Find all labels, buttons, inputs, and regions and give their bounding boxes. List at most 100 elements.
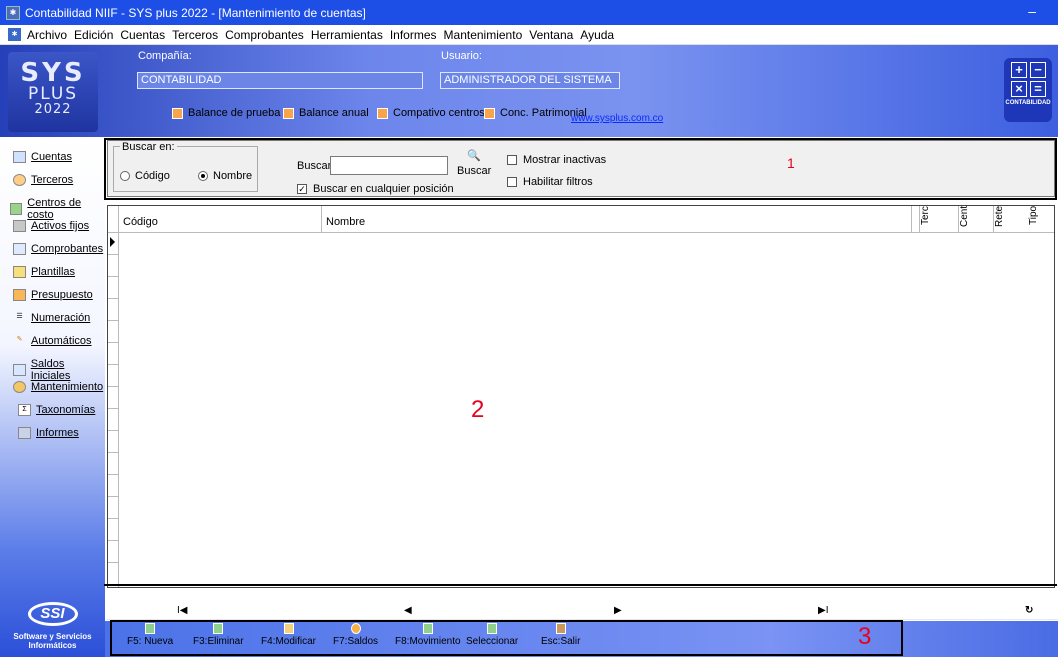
compativo-centros-label: Compativo centros — [393, 107, 485, 119]
ssi-logo-text: Software y Servicios Informáticos — [13, 632, 92, 650]
sidebar-item-label: Plantillas — [31, 266, 76, 278]
grid-corner — [108, 206, 119, 233]
grid-header: Código Nombre Terc Cent Rete Tipo — [108, 206, 1054, 233]
sidebar-item-mantenimiento[interactable]: Mantenimiento — [13, 381, 103, 393]
budget-icon — [13, 289, 26, 301]
prev-record-button[interactable]: ◀ — [404, 605, 412, 616]
col-nombre[interactable]: Nombre — [322, 206, 912, 233]
sidebar-item-label: Mantenimiento — [31, 381, 104, 393]
sidebar-item-label: Saldos Iniciales — [30, 358, 71, 382]
company-field[interactable]: CONTABILIDAD — [137, 72, 423, 89]
accounts-grid[interactable]: Código Nombre Terc Cent Rete Tipo — [107, 205, 1055, 588]
menu-archivo[interactable]: Archivo — [27, 28, 67, 42]
sidebar-item-automaticos[interactable]: ✎ Automáticos — [13, 335, 92, 347]
annotation-label-1: 1 — [787, 155, 795, 171]
contabilidad-logo: + − × = CONTABILIDAD — [1004, 58, 1052, 122]
equals-icon: = — [1030, 81, 1046, 97]
refresh-icon[interactable]: ↻ — [1025, 605, 1033, 616]
times-icon: × — [1011, 81, 1027, 97]
table-icon — [13, 151, 26, 163]
menu-cuentas[interactable]: Cuentas — [120, 28, 165, 42]
col-cent[interactable]: Cent — [958, 206, 984, 233]
next-record-button[interactable]: ▶ — [614, 605, 622, 616]
current-row-arrow-icon — [110, 237, 115, 247]
building-icon — [13, 220, 26, 232]
menu-bar: ✱ Archivo Edición Cuentas Terceros Compr… — [0, 25, 1058, 45]
sidebar-item-taxonomias[interactable]: Σ Taxonomías — [18, 404, 95, 416]
menu-edicion[interactable]: Edición — [74, 28, 113, 42]
list-icon: ☰ — [16, 313, 23, 320]
logo-line3: 2022 — [34, 102, 72, 117]
report-icon — [484, 107, 495, 119]
org-chart-icon — [10, 203, 23, 215]
annotation-box-1 — [104, 138, 1057, 200]
sidebar-item-cuentas[interactable]: Cuentas — [13, 151, 72, 163]
contabilidad-logo-label: CONTABILIDAD — [1005, 100, 1051, 106]
sidebar-item-centros-de-costo[interactable]: Centros de costo — [10, 197, 105, 221]
menu-comprobantes[interactable]: Comprobantes — [225, 28, 304, 42]
menu-ayuda[interactable]: Ayuda — [580, 28, 614, 42]
col-terc[interactable]: Terc — [919, 206, 945, 233]
sidebar-item-informes[interactable]: Informes — [18, 427, 79, 439]
sidebar-item-label: Numeración — [31, 312, 91, 324]
last-record-button[interactable]: ▶I — [818, 605, 828, 616]
window-title: Contabilidad NIIF - SYS plus 2022 - [Man… — [25, 5, 366, 20]
compativo-centros-button[interactable]: Compativo centros — [377, 107, 485, 119]
sidebar-item-label: Comprobantes — [31, 243, 104, 255]
printer-icon — [18, 427, 31, 439]
sysplus-logo: SYS PLUS 2022 — [8, 52, 98, 132]
website-link[interactable]: www.sysplus.com.co — [571, 113, 663, 124]
balance-prueba-label: Balance de prueba — [188, 107, 281, 119]
annotation-box-3 — [110, 620, 903, 656]
balance-anual-label: Balance anual — [299, 107, 369, 119]
app-icon: ✱ — [6, 5, 20, 20]
col-codigo[interactable]: Código — [119, 206, 322, 233]
title-bar: ✱ Contabilidad NIIF - SYS plus 2022 - [M… — [0, 0, 1058, 25]
wand-icon: ✎ — [16, 336, 23, 343]
balance-anual-button[interactable]: Balance anual — [283, 107, 369, 119]
report-icon — [377, 107, 388, 119]
logo-line2: PLUS — [27, 84, 79, 104]
company-label: Compañía: — [138, 50, 192, 62]
report-icon — [283, 107, 294, 119]
report-icon — [172, 107, 183, 119]
menu-ventana[interactable]: Ventana — [529, 28, 573, 42]
first-record-button[interactable]: I◀ — [177, 605, 187, 616]
sidebar-item-presupuesto[interactable]: Presupuesto — [13, 289, 93, 301]
taxonomy-icon: Σ — [18, 404, 31, 416]
template-icon — [13, 266, 26, 278]
sidebar-item-label: Activos fijos — [31, 220, 90, 232]
sidebar-item-label: Cuentas — [31, 151, 72, 163]
people-icon — [13, 174, 26, 186]
annotation-box-2-bottom — [104, 584, 1057, 587]
logo-line1: SYS — [20, 58, 86, 88]
col-tipo[interactable]: Tipo — [1028, 206, 1054, 233]
menu-mantenimiento[interactable]: Mantenimiento — [444, 28, 523, 42]
sidebar-item-label: Presupuesto — [31, 289, 93, 301]
user-field[interactable]: ADMINISTRADOR DEL SISTEMA — [440, 72, 620, 89]
sidebar-item-comprobantes[interactable]: Comprobantes — [13, 243, 103, 255]
sidebar: Cuentas Terceros Centros de costo Activo… — [0, 137, 105, 657]
plus-icon: + — [1011, 62, 1027, 78]
sidebar-item-numeracion[interactable]: ☰ Numeración — [13, 312, 90, 324]
sidebar-item-activos-fijos[interactable]: Activos fijos — [13, 220, 89, 232]
col-rete[interactable]: Rete — [993, 206, 1019, 233]
sidebar-item-terceros[interactable]: Terceros — [13, 174, 73, 186]
header-banner: SYS PLUS 2022 Compañía: CONTABILIDAD Usu… — [0, 45, 1058, 137]
ssi-logo-mark: SSI — [27, 602, 78, 626]
document-icon — [13, 243, 26, 255]
row-indicator-column — [108, 233, 119, 587]
sidebar-item-label: Informes — [36, 427, 79, 439]
sidebar-item-label: Terceros — [31, 174, 74, 186]
menu-terceros[interactable]: Terceros — [172, 28, 218, 42]
gear-icon — [13, 381, 26, 393]
minimize-button[interactable]: – — [1028, 4, 1036, 18]
sidebar-item-saldos-iniciales[interactable]: Saldos Iniciales — [13, 358, 105, 382]
balance-prueba-button[interactable]: Balance de prueba — [172, 107, 280, 119]
ssi-logo: SSI Software y Servicios Informáticos — [0, 598, 105, 657]
sidebar-item-plantillas[interactable]: Plantillas — [13, 266, 75, 278]
mdi-child-icon[interactable]: ✱ — [8, 28, 21, 41]
sidebar-item-label: Centros de costo — [27, 197, 82, 221]
menu-informes[interactable]: Informes — [390, 28, 437, 42]
menu-herramientas[interactable]: Herramientas — [311, 28, 383, 42]
